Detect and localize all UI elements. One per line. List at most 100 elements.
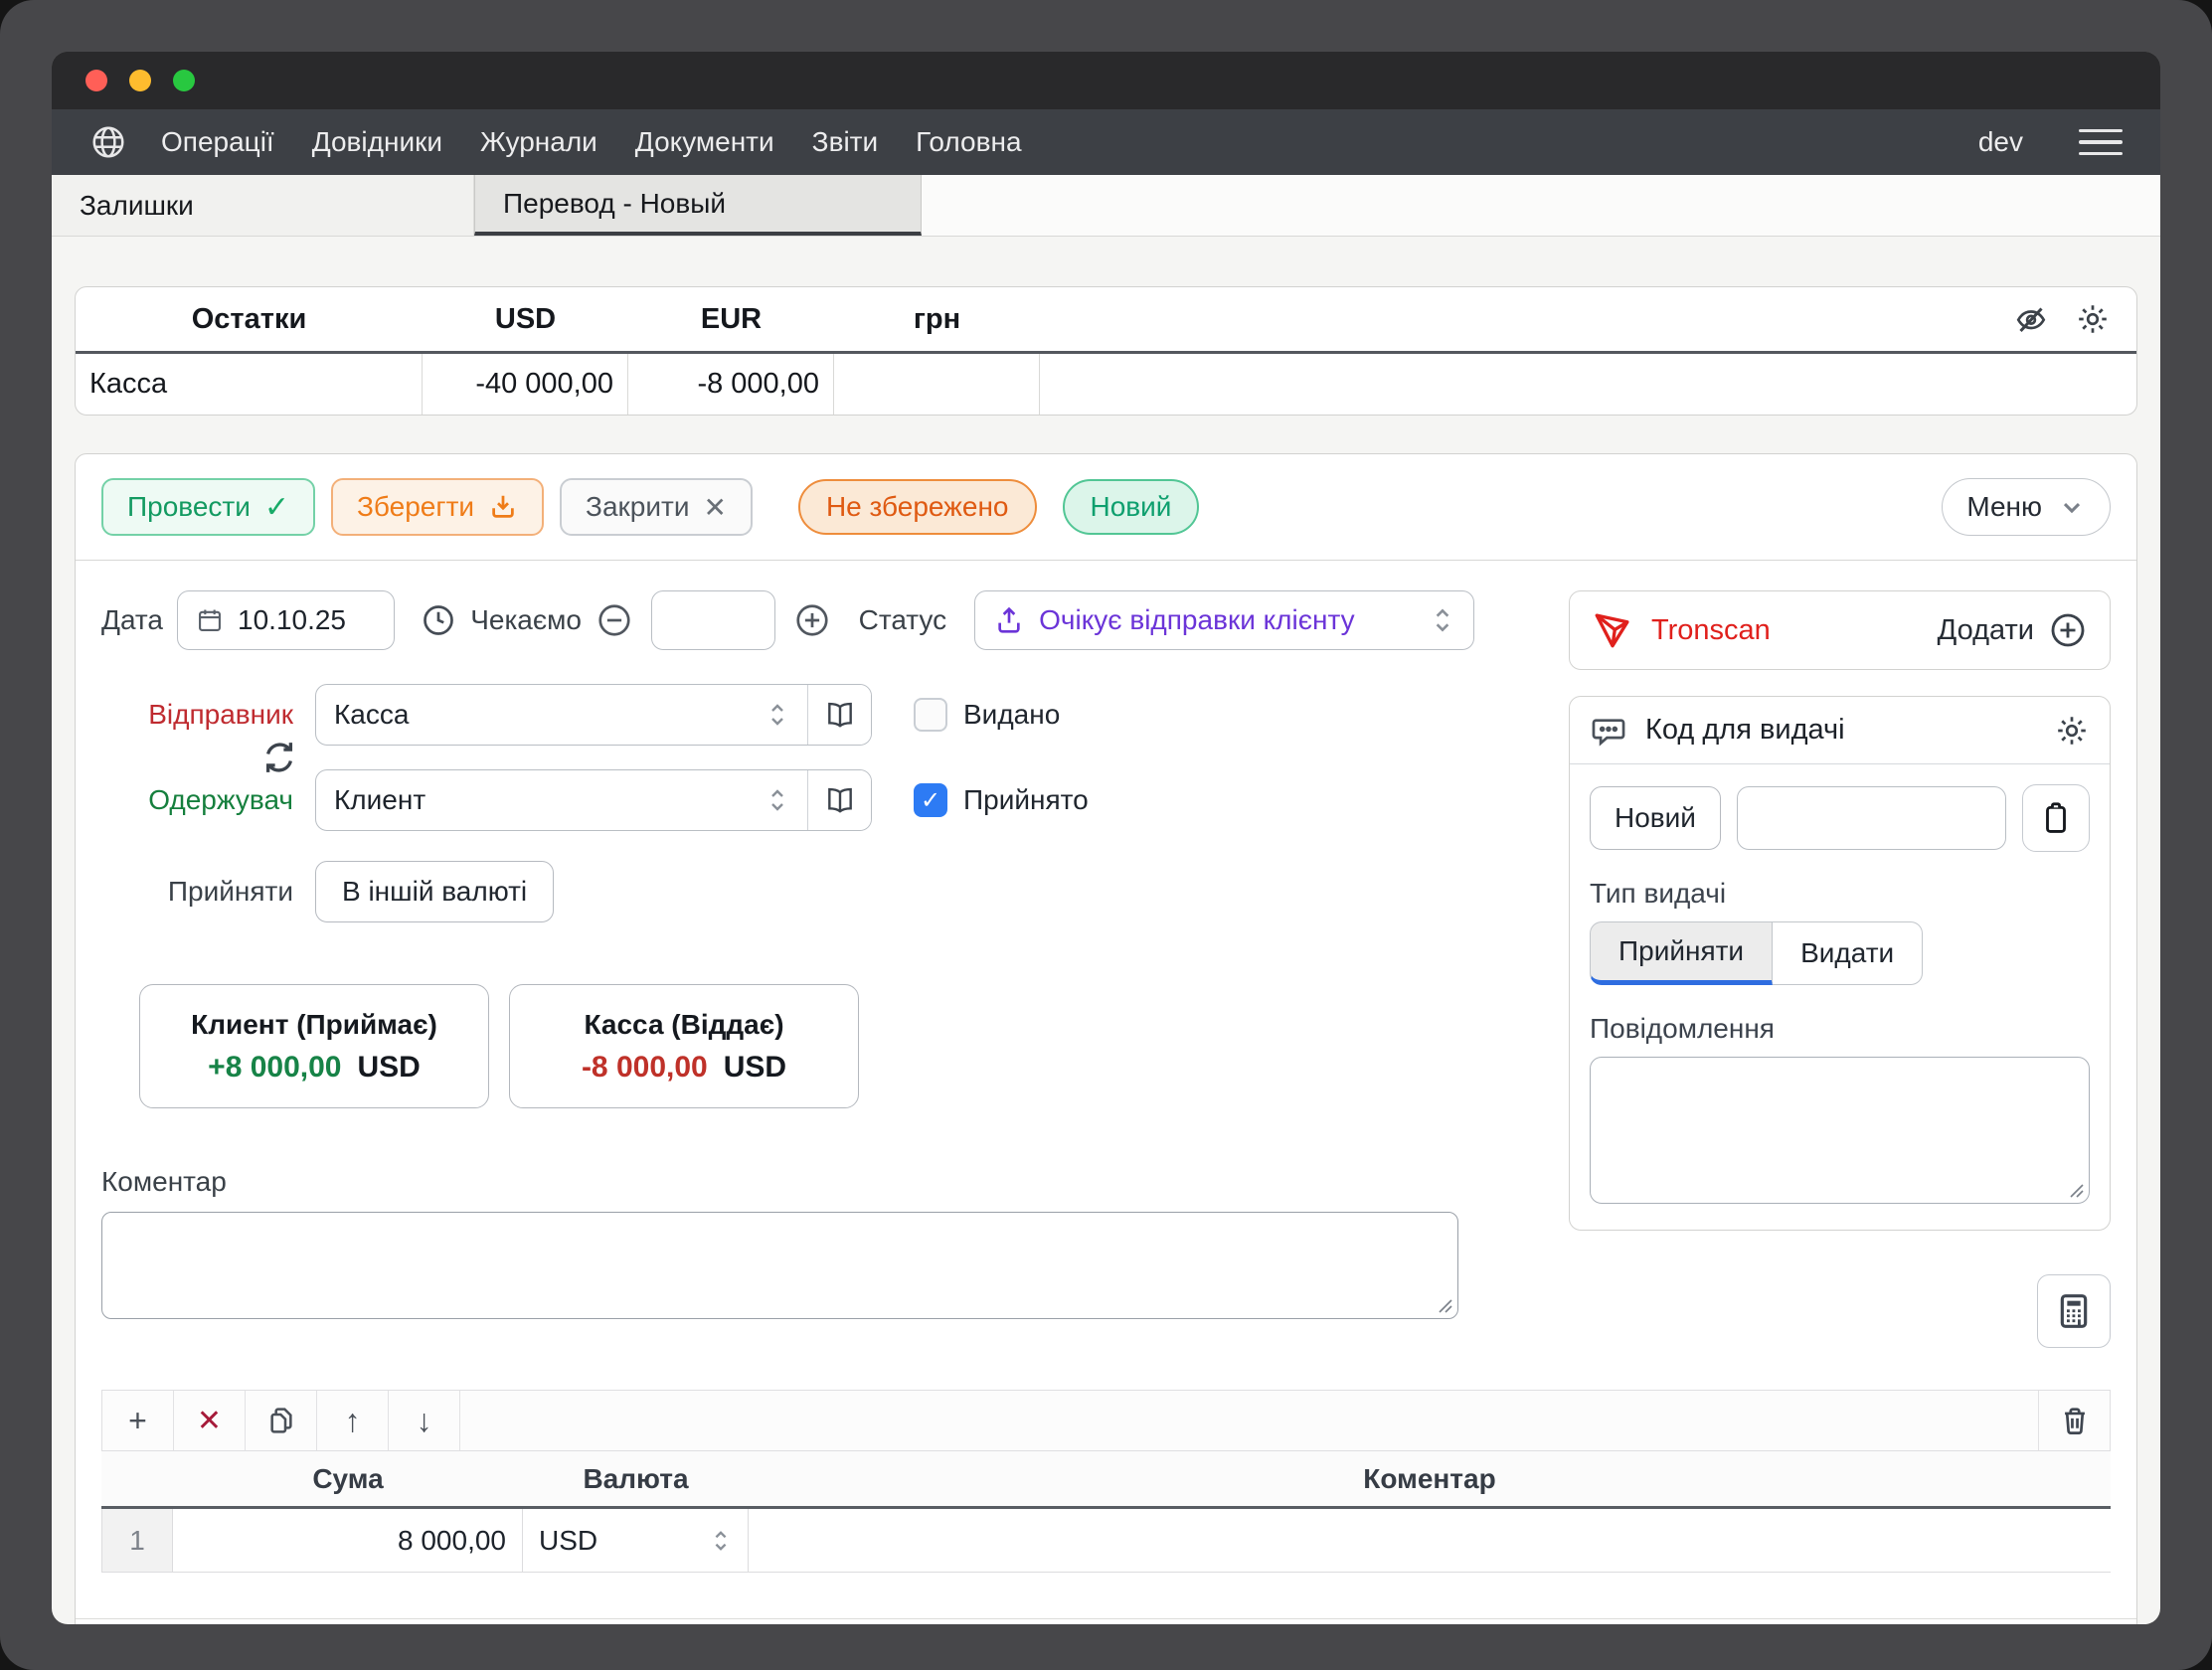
items-data-row[interactable]: 1 8 000,00 USD	[101, 1509, 2111, 1573]
accept-row: Прийняти В іншій валюті	[101, 861, 1474, 922]
tab-balances[interactable]: Залишки	[52, 175, 474, 236]
environment-label: dev	[1978, 126, 2023, 158]
gear-icon[interactable]	[2075, 301, 2111, 337]
balances-row[interactable]: Касса -40 000,00 -8 000,00	[76, 351, 2136, 415]
unsaved-status-badge: Не збережено	[798, 479, 1037, 535]
tronscan-link[interactable]: Tronscan	[1651, 614, 1771, 647]
menu-button[interactable]: Меню	[1942, 478, 2111, 536]
parties-rows: Відправник Касса	[101, 684, 1474, 831]
give-card-title: Касса (Віддає)	[584, 1009, 783, 1041]
accepted-checkbox[interactable]: ✓	[914, 783, 947, 817]
date-input[interactable]: 10.10.25	[177, 590, 395, 650]
menu-item-reports[interactable]: Звіти	[812, 126, 878, 158]
status-select[interactable]: Очікує відправки клієнту	[974, 590, 1474, 650]
titlebar	[52, 52, 2160, 109]
clipboard-icon	[2039, 801, 2073, 835]
receiver-select-group: Клиент	[315, 769, 872, 831]
post-button[interactable]: Провести✓	[101, 478, 315, 536]
receiver-directory-button[interactable]	[807, 770, 871, 830]
balance-uah-value	[834, 354, 1040, 415]
clear-table-button[interactable]	[2038, 1391, 2110, 1450]
resize-grip-icon[interactable]	[1434, 1294, 1453, 1314]
row-number: 1	[101, 1509, 173, 1572]
menu-item-documents[interactable]: Документи	[635, 126, 774, 158]
plus-circle-icon[interactable]	[793, 601, 831, 639]
issue-type-segmented: Прийняти Видати	[1590, 921, 2090, 985]
row-comment-cell[interactable]	[749, 1509, 2111, 1572]
balance-account-name: Касса	[76, 354, 423, 415]
gear-icon[interactable]	[2054, 713, 2090, 749]
traffic-lights	[85, 70, 195, 91]
receive-currency: USD	[357, 1051, 420, 1085]
delete-row-button[interactable]: ✕	[174, 1391, 246, 1450]
receive-card-title: Клиент (Приймає)	[191, 1009, 437, 1041]
sender-directory-button[interactable]	[807, 685, 871, 745]
tab-transfer-new[interactable]: Перевод - Новый	[474, 175, 922, 236]
comment-textarea-wrap	[101, 1212, 1458, 1319]
globe-icon[interactable]	[89, 123, 127, 161]
row-sum-cell[interactable]: 8 000,00	[173, 1509, 523, 1572]
accepted-checkbox-cell: ✓ Прийнято	[914, 783, 1474, 817]
window-frame: Операції Довідники Журнали Документи Зві…	[0, 0, 2212, 1670]
items-header-row: Сума Валюта Коментар	[101, 1451, 2111, 1509]
move-row-up-button[interactable]: ↑	[317, 1391, 389, 1450]
sender-select[interactable]: Касса	[316, 685, 807, 745]
add-row-button[interactable]: +	[102, 1391, 174, 1450]
copy-code-button[interactable]	[2022, 784, 2090, 852]
hamburger-icon[interactable]	[2079, 129, 2123, 156]
minimize-window-button[interactable]	[129, 70, 151, 91]
menu-item-directories[interactable]: Довідники	[312, 126, 442, 158]
copy-row-button[interactable]	[246, 1391, 317, 1450]
give-amount: -8 000,00	[582, 1051, 708, 1085]
receiver-select[interactable]: Клиент	[316, 770, 807, 830]
download-icon	[488, 492, 518, 522]
calculator-icon	[2054, 1291, 2094, 1331]
save-button[interactable]: Зберегти	[331, 478, 544, 536]
close-button[interactable]: Закрити✕	[560, 478, 753, 536]
wait-input[interactable]	[651, 590, 775, 650]
comment-textarea[interactable]	[102, 1213, 1457, 1318]
row-currency-select[interactable]: USD	[523, 1509, 749, 1572]
date-value: 10.10.25	[238, 604, 346, 636]
form-left-column: Дата 10.10.25 Чекаємо	[101, 590, 1569, 1348]
new-code-button[interactable]: Новий	[1590, 786, 1721, 850]
issue-type-label: Тип видачі	[1590, 878, 2090, 910]
clock-icon[interactable]	[421, 602, 456, 638]
items-col-comment: Коментар	[749, 1463, 2111, 1495]
menu-item-journals[interactable]: Журнали	[480, 126, 597, 158]
balances-header: Остатки USD EUR грн	[76, 287, 2136, 351]
eye-off-icon[interactable]	[2013, 301, 2049, 337]
close-window-button[interactable]	[85, 70, 107, 91]
resize-grip-icon[interactable]	[2065, 1179, 2085, 1199]
message-label: Повідомлення	[1590, 1013, 2090, 1045]
balance-eur-value: -8 000,00	[628, 354, 834, 415]
status-label: Статус	[859, 604, 947, 636]
menu-item-operations[interactable]: Операції	[161, 126, 274, 158]
plus-icon: +	[128, 1403, 147, 1439]
message-textarea[interactable]	[1591, 1058, 2089, 1203]
issue-code-header: Код для видачі	[1570, 697, 2110, 764]
wait-label: Чекаємо	[470, 604, 582, 636]
balances-col-eur: EUR	[628, 303, 834, 336]
updown-chevrons-icon	[766, 786, 789, 814]
minus-circle-icon[interactable]	[596, 601, 633, 639]
tron-add-button[interactable]: Додати	[1938, 610, 2088, 650]
move-row-down-button[interactable]: ↓	[389, 1391, 460, 1450]
updown-chevrons-icon	[1430, 605, 1455, 635]
issued-checkbox[interactable]	[914, 698, 947, 732]
menu-item-home[interactable]: Головна	[916, 126, 1021, 158]
document-form: Дата 10.10.25 Чекаємо	[76, 561, 2136, 1348]
zoom-window-button[interactable]	[173, 70, 195, 91]
calculator-button[interactable]	[2037, 1274, 2111, 1348]
accept-label: Прийняти	[101, 876, 315, 908]
issue-type-give[interactable]: Видати	[1773, 921, 1923, 985]
sender-label: Відправник	[101, 699, 315, 731]
other-currency-button[interactable]: В іншій валюті	[315, 861, 554, 922]
issue-code-title: Код для видачі	[1645, 714, 2036, 747]
document-panel: Провести✓ Зберегти Закрити✕ Не збережено…	[75, 453, 2137, 1624]
document-footer: Новий документ	[76, 1618, 2136, 1624]
arrow-down-icon: ↓	[417, 1403, 432, 1439]
issue-type-accept[interactable]: Прийняти	[1590, 921, 1773, 985]
code-input[interactable]	[1737, 786, 2006, 850]
swap-icon[interactable]	[258, 737, 300, 778]
